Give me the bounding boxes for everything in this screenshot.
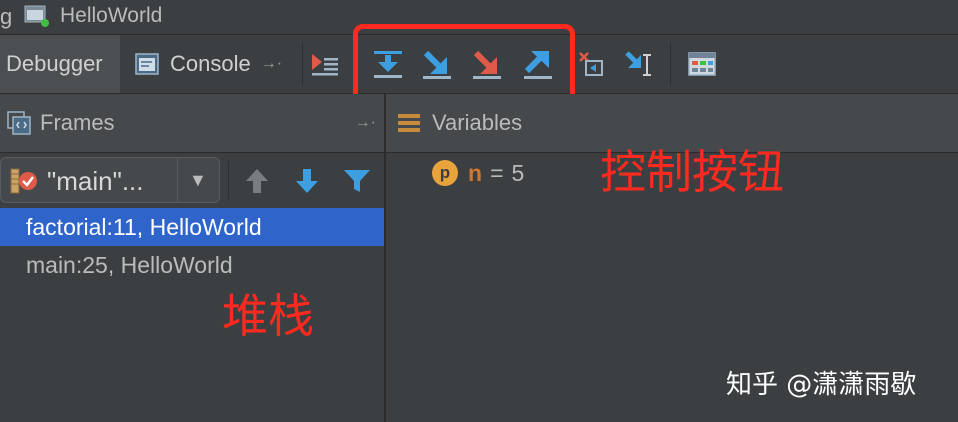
chevron-down-icon[interactable]: ▼ bbox=[189, 170, 207, 191]
tab-console-label: Console bbox=[170, 51, 251, 76]
annotation-controls: 控制按钮 bbox=[600, 145, 784, 199]
step-over-icon[interactable] bbox=[372, 48, 404, 80]
frame-down-icon[interactable] bbox=[292, 166, 322, 196]
frames-list: factorial:11, HelloWorld main:25, HelloW… bbox=[0, 208, 384, 284]
variables-title: Variables bbox=[432, 110, 523, 135]
pin-icon[interactable]: →· bbox=[261, 55, 282, 73]
toolbar-separator bbox=[670, 43, 671, 85]
frames-icon bbox=[7, 111, 31, 135]
force-step-into-icon[interactable] bbox=[471, 48, 503, 80]
step-out-icon[interactable] bbox=[522, 48, 554, 80]
app-window-icon bbox=[24, 5, 49, 27]
frame-up-icon[interactable] bbox=[242, 166, 272, 196]
console-icon bbox=[135, 53, 159, 75]
thread-selector-row: "main"... ▼ bbox=[0, 153, 384, 207]
variables-icon bbox=[398, 114, 420, 132]
filter-icon[interactable] bbox=[342, 166, 372, 196]
frame-item[interactable]: factorial:11, HelloWorld bbox=[0, 208, 384, 246]
toolbar-separator bbox=[228, 161, 229, 199]
thread-select-value: "main"... bbox=[47, 166, 144, 196]
tab-debugger-label: Debugger bbox=[6, 51, 103, 76]
run-to-cursor-icon[interactable] bbox=[624, 48, 656, 80]
pin-icon[interactable]: →· bbox=[355, 114, 376, 132]
debug-toolbar: Debugger Console →· bbox=[0, 35, 958, 94]
window-title: HelloWorld bbox=[60, 4, 163, 27]
thread-suspended-icon bbox=[10, 168, 37, 194]
step-into-icon[interactable] bbox=[421, 48, 453, 80]
toolbar-separator bbox=[353, 43, 354, 85]
toolbar-separator bbox=[302, 43, 303, 85]
frames-title: Frames bbox=[40, 110, 115, 135]
parameter-badge-icon: p bbox=[432, 160, 458, 186]
annotation-stack: 堆栈 bbox=[222, 289, 314, 343]
variable-name: n bbox=[468, 159, 483, 186]
show-execution-point-icon[interactable] bbox=[310, 48, 342, 80]
thread-select[interactable]: "main"... ▼ bbox=[0, 157, 220, 203]
frame-item[interactable]: main:25, HelloWorld bbox=[0, 246, 384, 284]
tab-debugger[interactable]: Debugger bbox=[0, 35, 120, 93]
drop-frame-icon[interactable] bbox=[576, 48, 608, 80]
tab-console[interactable]: Console →· bbox=[122, 35, 302, 93]
panel-divider[interactable] bbox=[384, 94, 386, 422]
select-divider bbox=[177, 158, 178, 202]
variable-value: 5 bbox=[511, 159, 525, 186]
variable-row[interactable]: p n = 5 bbox=[432, 158, 524, 188]
title-cut-text: g bbox=[0, 4, 13, 29]
variable-equals: = bbox=[490, 159, 504, 186]
evaluate-expression-icon[interactable] bbox=[686, 48, 718, 80]
title-bar: g HelloWorld bbox=[0, 0, 958, 35]
watermark: 知乎 @潇潇雨歇 bbox=[726, 370, 917, 400]
debugger-window: g HelloWorld Debugger Console →· Frames … bbox=[0, 0, 958, 422]
frames-panel-header: Frames →· bbox=[0, 94, 384, 153]
